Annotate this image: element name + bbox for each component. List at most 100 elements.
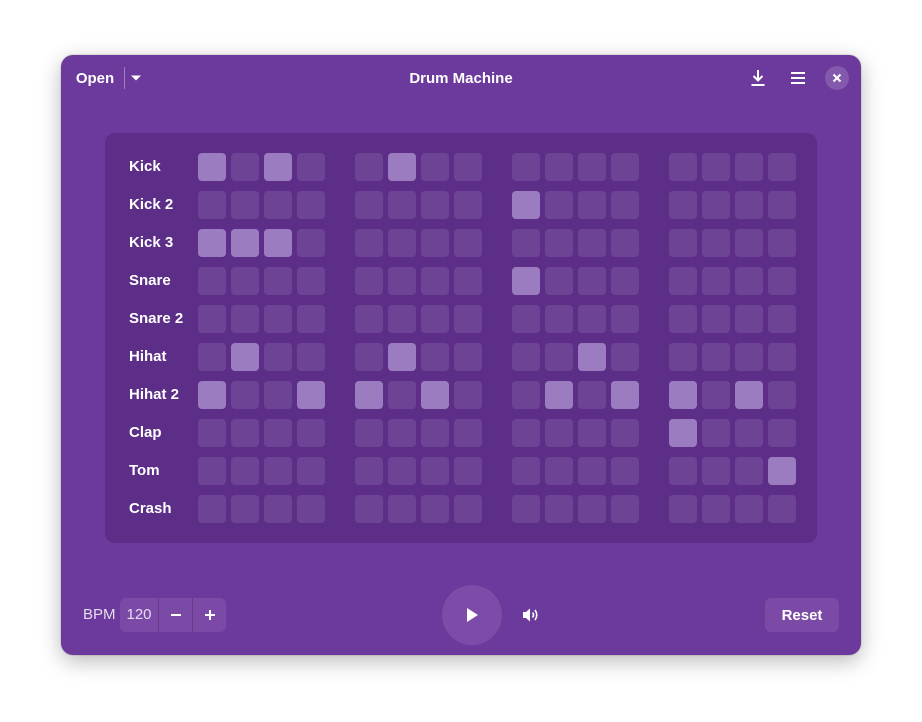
step-toggle[interactable] bbox=[768, 267, 796, 295]
step-toggle[interactable] bbox=[702, 153, 730, 181]
step-toggle[interactable] bbox=[545, 343, 573, 371]
step-toggle[interactable] bbox=[355, 495, 383, 523]
step-toggle-active[interactable] bbox=[264, 153, 292, 181]
play-button[interactable] bbox=[442, 585, 502, 645]
step-toggle-active[interactable] bbox=[735, 381, 763, 409]
step-toggle[interactable] bbox=[231, 267, 259, 295]
step-toggle[interactable] bbox=[421, 343, 449, 371]
step-toggle-active[interactable] bbox=[669, 381, 697, 409]
step-toggle[interactable] bbox=[735, 419, 763, 447]
step-toggle[interactable] bbox=[388, 419, 416, 447]
step-toggle[interactable] bbox=[264, 343, 292, 371]
bpm-increment-button[interactable] bbox=[193, 598, 226, 632]
step-toggle[interactable] bbox=[198, 191, 226, 219]
step-toggle[interactable] bbox=[735, 191, 763, 219]
step-toggle[interactable] bbox=[702, 267, 730, 295]
step-toggle[interactable] bbox=[297, 495, 325, 523]
step-toggle-active[interactable] bbox=[669, 419, 697, 447]
download-button[interactable] bbox=[744, 64, 772, 92]
step-toggle[interactable] bbox=[702, 229, 730, 257]
step-toggle[interactable] bbox=[735, 229, 763, 257]
step-toggle[interactable] bbox=[198, 305, 226, 333]
step-toggle[interactable] bbox=[611, 495, 639, 523]
step-toggle[interactable] bbox=[454, 495, 482, 523]
step-toggle[interactable] bbox=[512, 381, 540, 409]
step-toggle[interactable] bbox=[768, 343, 796, 371]
step-toggle[interactable] bbox=[198, 495, 226, 523]
step-toggle[interactable] bbox=[735, 267, 763, 295]
step-toggle[interactable] bbox=[297, 229, 325, 257]
step-toggle[interactable] bbox=[388, 267, 416, 295]
step-toggle[interactable] bbox=[264, 495, 292, 523]
step-toggle-active[interactable] bbox=[512, 267, 540, 295]
step-toggle[interactable] bbox=[264, 419, 292, 447]
step-toggle[interactable] bbox=[264, 457, 292, 485]
step-toggle[interactable] bbox=[231, 305, 259, 333]
step-toggle[interactable] bbox=[231, 457, 259, 485]
step-toggle[interactable] bbox=[702, 495, 730, 523]
step-toggle-active[interactable] bbox=[198, 153, 226, 181]
step-toggle-active[interactable] bbox=[388, 153, 416, 181]
step-toggle[interactable] bbox=[198, 457, 226, 485]
step-toggle-active[interactable] bbox=[512, 191, 540, 219]
step-toggle[interactable] bbox=[578, 419, 606, 447]
step-toggle[interactable] bbox=[198, 419, 226, 447]
step-toggle-active[interactable] bbox=[768, 457, 796, 485]
step-toggle[interactable] bbox=[355, 457, 383, 485]
step-toggle[interactable] bbox=[454, 305, 482, 333]
step-toggle[interactable] bbox=[297, 457, 325, 485]
step-toggle[interactable] bbox=[512, 457, 540, 485]
step-toggle[interactable] bbox=[611, 191, 639, 219]
step-toggle[interactable] bbox=[512, 495, 540, 523]
step-toggle[interactable] bbox=[421, 153, 449, 181]
step-toggle[interactable] bbox=[669, 153, 697, 181]
step-toggle[interactable] bbox=[512, 229, 540, 257]
step-toggle[interactable] bbox=[454, 267, 482, 295]
step-toggle[interactable] bbox=[669, 495, 697, 523]
step-toggle[interactable] bbox=[421, 495, 449, 523]
step-toggle[interactable] bbox=[297, 343, 325, 371]
bpm-input[interactable]: 120 bbox=[120, 598, 158, 632]
step-toggle[interactable] bbox=[735, 457, 763, 485]
step-toggle[interactable] bbox=[454, 457, 482, 485]
step-toggle[interactable] bbox=[421, 267, 449, 295]
close-button[interactable] bbox=[825, 66, 849, 90]
step-toggle[interactable] bbox=[231, 153, 259, 181]
step-toggle[interactable] bbox=[355, 305, 383, 333]
step-toggle[interactable] bbox=[512, 153, 540, 181]
step-toggle-active[interactable] bbox=[421, 381, 449, 409]
open-menu-button[interactable] bbox=[125, 64, 147, 92]
step-toggle[interactable] bbox=[768, 191, 796, 219]
step-toggle-active[interactable] bbox=[231, 229, 259, 257]
step-toggle[interactable] bbox=[388, 229, 416, 257]
step-toggle[interactable] bbox=[454, 191, 482, 219]
step-toggle[interactable] bbox=[454, 153, 482, 181]
step-toggle-active[interactable] bbox=[198, 229, 226, 257]
step-toggle[interactable] bbox=[702, 381, 730, 409]
step-toggle[interactable] bbox=[768, 153, 796, 181]
step-toggle[interactable] bbox=[578, 229, 606, 257]
step-toggle[interactable] bbox=[702, 457, 730, 485]
step-toggle[interactable] bbox=[611, 229, 639, 257]
step-toggle[interactable] bbox=[545, 457, 573, 485]
step-toggle[interactable] bbox=[768, 305, 796, 333]
step-toggle[interactable] bbox=[388, 495, 416, 523]
step-toggle[interactable] bbox=[768, 229, 796, 257]
step-toggle[interactable] bbox=[545, 153, 573, 181]
step-toggle[interactable] bbox=[231, 191, 259, 219]
open-button[interactable]: Open bbox=[69, 64, 121, 92]
bpm-decrement-button[interactable] bbox=[159, 598, 192, 632]
step-toggle[interactable] bbox=[578, 305, 606, 333]
step-toggle[interactable] bbox=[388, 457, 416, 485]
step-toggle[interactable] bbox=[297, 153, 325, 181]
step-toggle[interactable] bbox=[355, 191, 383, 219]
step-toggle[interactable] bbox=[264, 191, 292, 219]
step-toggle[interactable] bbox=[421, 191, 449, 219]
step-toggle[interactable] bbox=[297, 267, 325, 295]
step-toggle-active[interactable] bbox=[578, 343, 606, 371]
step-toggle-active[interactable] bbox=[264, 229, 292, 257]
step-toggle[interactable] bbox=[768, 495, 796, 523]
step-toggle[interactable] bbox=[198, 267, 226, 295]
step-toggle[interactable] bbox=[611, 305, 639, 333]
step-toggle[interactable] bbox=[578, 381, 606, 409]
